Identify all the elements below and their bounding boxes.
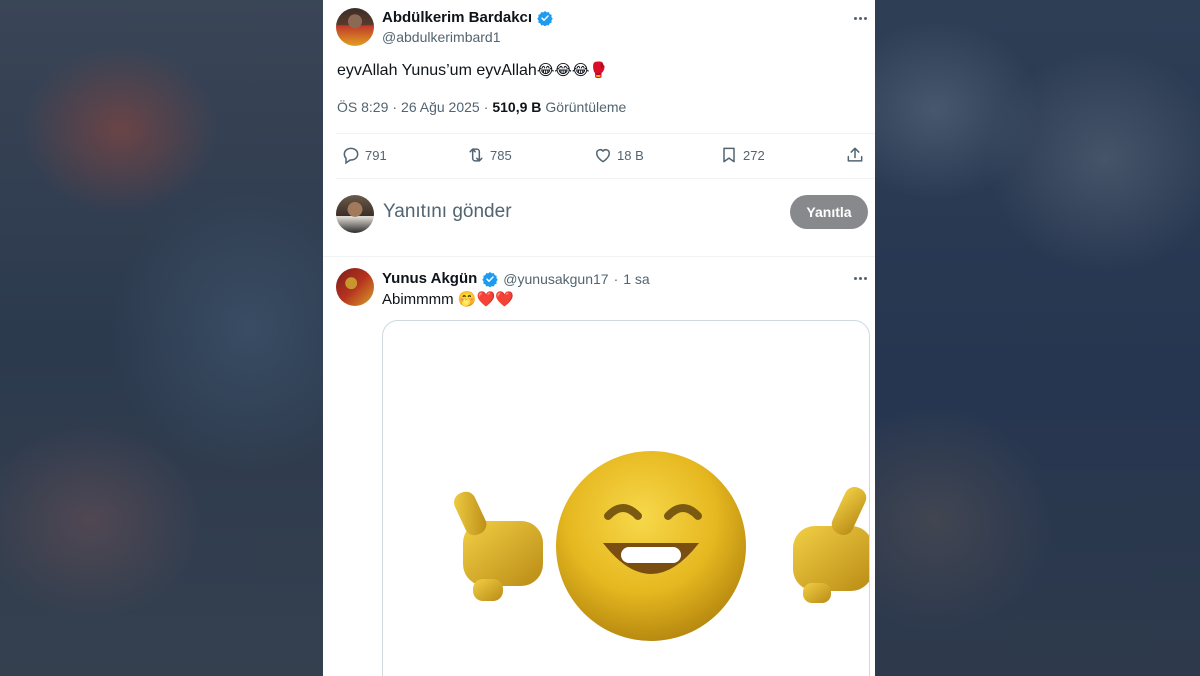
verified-badge-icon [537,10,553,26]
right-pointing-hand-icon [793,486,869,603]
like-icon [596,149,610,163]
author-avatar[interactable] [336,8,374,46]
tweet-text-emojis: 😂😂😂🥊 [536,61,609,79]
divider-top [336,133,875,134]
tweet-card: Abdülkerim Bardakcı @abdulkerimbard1 eyv… [323,0,875,676]
retweet-action[interactable]: 785 [466,145,512,165]
meta-separator: · [392,99,398,115]
reply-separator: · [613,270,619,287]
action-bar: 791 785 18 B 272 [323,145,875,169]
meta-separator-2: · [483,99,489,115]
reply-time[interactable]: 1 sa [623,271,649,287]
tweet-text: eyvAllah Yunus’um eyvAllah😂😂😂🥊 [337,61,608,80]
reply-text-emojis: 🤭❤️❤️ [457,290,514,308]
reply-media-gif[interactable] [382,320,870,676]
reply-action[interactable]: 791 [341,145,387,165]
reply-count: 791 [365,147,387,163]
bookmark-count: 272 [743,147,765,163]
background-right [875,0,1200,676]
reply-input[interactable]: Yanıtını gönder [383,201,512,223]
author-handle[interactable]: @abdulkerimbard1 [382,29,501,45]
bookmark-icon [723,147,735,163]
divider-actions [336,178,875,179]
like-action[interactable]: 18 B [593,145,644,165]
reply-text-content: Abimmmm [382,291,454,308]
author-display-name[interactable]: Abdülkerim Bardakcı [382,9,532,26]
retweet-count: 785 [490,147,512,163]
tweet-text-content: eyvAllah Yunus’um eyvAllah [337,62,537,79]
share-icon [847,147,863,162]
views-count: 510,9 B [492,99,542,115]
tweet-meta: ÖS 8:29 · 26 Ağu 2025 · 510,9 B Görüntül… [337,99,626,115]
share-action[interactable] [845,145,865,165]
reply-more-icon[interactable] [850,268,870,288]
divider-compose [323,256,875,257]
left-pointing-hand-icon [454,491,543,601]
tweet-time[interactable]: ÖS 8:29 [337,99,388,115]
reply-author-name[interactable]: Yunus Akgün [382,270,477,287]
reply-icon [343,147,359,165]
like-count: 18 B [617,147,644,163]
reply-author-handle[interactable]: @yunusakgun17 [503,271,608,287]
bookmark-action[interactable]: 272 [719,145,765,165]
retweet-icon [469,148,483,162]
current-user-avatar[interactable] [336,195,374,233]
author-name-row: Abdülkerim Bardakcı [382,9,553,26]
tweet-date[interactable]: 26 Ağu 2025 [401,99,480,115]
laughing-emoji-gif-image [454,451,869,641]
laughing-face-icon [556,451,746,641]
reply-text: Abimmmm 🤭❤️❤️ [382,290,514,308]
reply-header: Yunus Akgün @yunusakgun17 · 1 sa [382,270,650,287]
reply-button[interactable]: Yanıtla [790,195,868,229]
more-icon[interactable] [850,8,870,28]
views-label: Görüntüleme [545,99,627,115]
background-left [0,0,323,676]
verified-badge-icon [482,271,499,287]
reply-author-avatar[interactable] [336,268,374,306]
